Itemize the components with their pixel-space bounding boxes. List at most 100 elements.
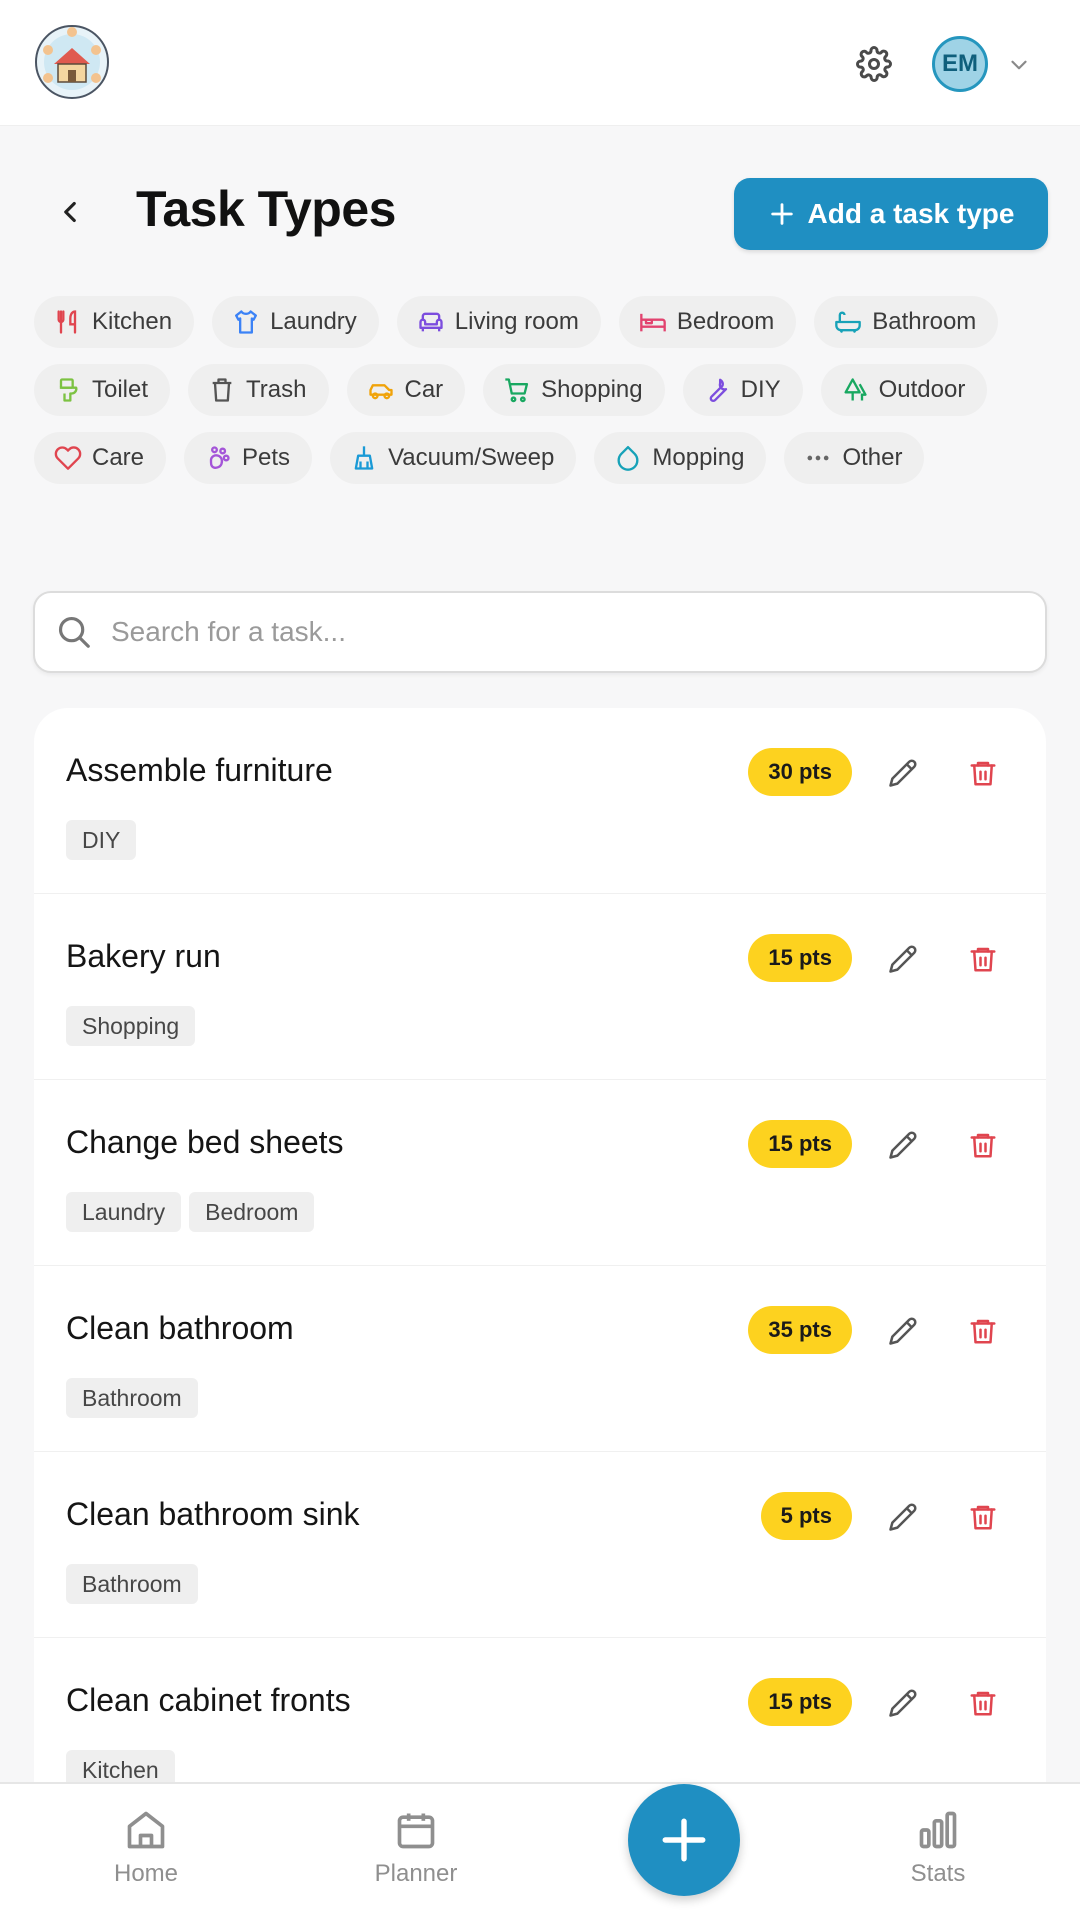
- chevron-left-icon: [64, 201, 76, 223]
- edit-button[interactable]: [886, 1314, 920, 1348]
- chip-bedroom[interactable]: Bedroom: [618, 296, 797, 348]
- pencil-icon: [889, 1503, 917, 1531]
- avatar-initials: EM: [942, 50, 978, 77]
- nav-planner-label: Planner: [374, 1860, 458, 1887]
- delete-button[interactable]: [966, 756, 1000, 790]
- task-row[interactable]: Assemble furniture DIY 30 pts: [34, 708, 1046, 894]
- chip-toilet[interactable]: Toilet: [34, 364, 171, 416]
- bar-chart-icon: [919, 1811, 957, 1849]
- search-input[interactable]: [111, 616, 991, 648]
- pencil-icon: [889, 759, 917, 787]
- nav-planner[interactable]: Planner: [336, 1808, 496, 1908]
- task-tag: Bedroom: [189, 1192, 315, 1232]
- nav-home-label: Home: [113, 1860, 179, 1887]
- cart-icon: [505, 378, 529, 403]
- wrench-icon: [709, 378, 727, 402]
- task-tags: Bathroom: [66, 1564, 198, 1604]
- task-title: Change bed sheets: [66, 1124, 344, 1160]
- app-logo[interactable]: [34, 24, 110, 100]
- chip-outdoor[interactable]: Outdoor: [820, 364, 988, 416]
- nav-stats-label: Stats: [910, 1860, 966, 1887]
- user-avatar[interactable]: EM: [932, 36, 988, 92]
- chip-trash[interactable]: Trash: [188, 364, 329, 416]
- settings-button[interactable]: [852, 42, 896, 86]
- calendar-icon: [397, 1813, 435, 1849]
- chip-shopping[interactable]: Shopping: [483, 364, 665, 416]
- plus-icon: [662, 1818, 706, 1862]
- chip-pets[interactable]: Pets: [184, 432, 313, 484]
- points-badge: 35 pts: [748, 1306, 852, 1354]
- heart-icon: [54, 446, 82, 470]
- broom-icon: [354, 446, 374, 470]
- edit-button[interactable]: [886, 1500, 920, 1534]
- chip-vacuum-sweep[interactable]: Vacuum/Sweep: [330, 432, 577, 484]
- search-box: [33, 591, 1047, 673]
- account-menu-toggle[interactable]: [1004, 50, 1034, 80]
- shirt-icon: [235, 310, 258, 334]
- task-row[interactable]: Bakery run Shopping 15 pts: [34, 894, 1046, 1080]
- points-badge: 15 pts: [748, 1678, 852, 1726]
- task-row[interactable]: Clean bathroom sink Bathroom 5 pts: [34, 1452, 1046, 1638]
- task-row[interactable]: Clean bathroom Bathroom 35 pts: [34, 1266, 1046, 1452]
- add-task-fab[interactable]: [628, 1784, 740, 1896]
- delete-button[interactable]: [966, 1314, 1000, 1348]
- edit-button[interactable]: [886, 756, 920, 790]
- task-tag: DIY: [66, 820, 137, 860]
- task-type-list: Assemble furniture DIY 30 pts Bakery run…: [34, 708, 1046, 1808]
- edit-button[interactable]: [886, 1128, 920, 1162]
- trash-icon: [212, 378, 232, 402]
- nav-home[interactable]: Home: [66, 1808, 226, 1908]
- trash-icon: [970, 947, 996, 972]
- page-title: Task Types: [136, 181, 396, 237]
- utensils-icon: [57, 310, 77, 334]
- bathtub-icon: [835, 311, 862, 334]
- home-icon: [127, 1811, 165, 1849]
- app-root: EM Task Types Add a task type Kitchen La…: [0, 0, 1080, 1920]
- pencil-icon: [889, 1689, 917, 1717]
- task-row[interactable]: Change bed sheets Laundry Bedroom 15 pts: [34, 1080, 1046, 1266]
- pencil-icon: [889, 945, 917, 973]
- task-tag: Laundry: [66, 1192, 182, 1232]
- paw-icon: [209, 446, 230, 469]
- trees-icon: [844, 378, 867, 401]
- delete-button[interactable]: [966, 942, 1000, 976]
- bottom-navigation: Home Planner Stats: [0, 1782, 1080, 1920]
- edit-button[interactable]: [886, 1686, 920, 1720]
- pencil-icon: [889, 1131, 917, 1159]
- toilet-icon: [59, 378, 78, 402]
- task-tag: Bathroom: [66, 1378, 198, 1418]
- category-filter-chips: Kitchen Laundry Living room Bedroom Bath…: [34, 296, 1034, 484]
- chip-kitchen[interactable]: Kitchen: [34, 296, 195, 348]
- more-dots-icon: [807, 455, 829, 461]
- chip-diy[interactable]: DIY: [682, 364, 803, 416]
- chip-bathroom[interactable]: Bathroom: [814, 296, 999, 348]
- chip-care[interactable]: Care: [34, 432, 167, 484]
- chip-living-room[interactable]: Living room: [396, 296, 601, 348]
- task-tags: DIY: [66, 820, 137, 860]
- delete-button[interactable]: [966, 1128, 1000, 1162]
- trash-icon: [970, 1691, 996, 1716]
- add-task-type-button[interactable]: Add a task type: [734, 178, 1048, 250]
- search-icon: [58, 616, 90, 648]
- points-badge: 30 pts: [748, 748, 852, 796]
- trash-icon: [970, 1319, 996, 1344]
- chip-car[interactable]: Car: [346, 364, 466, 416]
- add-task-type-label: Add a task type: [807, 198, 1015, 229]
- edit-button[interactable]: [886, 942, 920, 976]
- task-tag: Shopping: [66, 1006, 196, 1046]
- task-title: Clean bathroom: [66, 1310, 294, 1346]
- delete-button[interactable]: [966, 1500, 1000, 1534]
- chip-mopping[interactable]: Mopping: [594, 432, 767, 484]
- task-title: Bakery run: [66, 938, 221, 974]
- trash-icon: [970, 1505, 996, 1530]
- gear-icon: [856, 46, 892, 82]
- nav-stats[interactable]: Stats: [858, 1808, 1018, 1908]
- chip-laundry[interactable]: Laundry: [212, 296, 379, 348]
- pencil-icon: [889, 1317, 917, 1345]
- trash-icon: [970, 761, 996, 786]
- delete-button[interactable]: [966, 1686, 1000, 1720]
- back-button[interactable]: [50, 192, 90, 232]
- plus-icon: [770, 203, 793, 225]
- chip-other[interactable]: Other: [784, 432, 925, 484]
- task-tags: Shopping: [66, 1006, 196, 1046]
